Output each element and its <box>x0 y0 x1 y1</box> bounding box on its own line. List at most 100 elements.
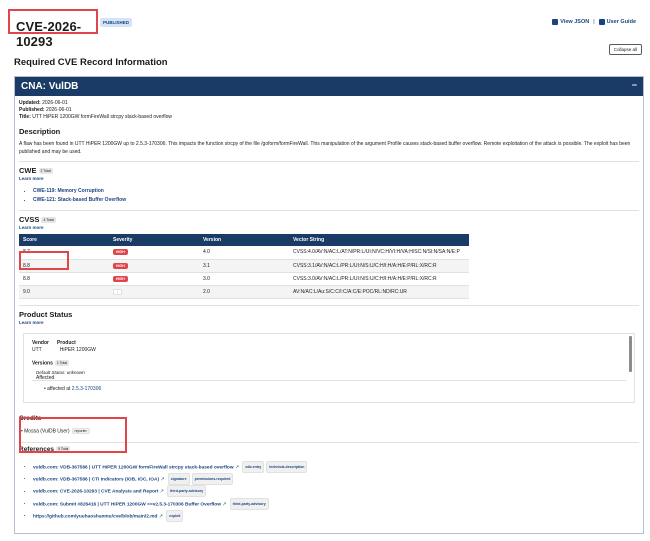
cwe-list: CWE-119: Memory Corruption CWE-121: Stac… <box>33 187 639 205</box>
versions-count-badge: 1 Total <box>54 359 70 366</box>
divider <box>19 161 639 162</box>
description-text: A flaw has been found in UTT HiPER 1200G… <box>19 141 631 155</box>
reference-link[interactable]: vuldb.com: VDB-367586 | CTI Indicators (… <box>33 477 159 482</box>
vendor-value: UTT <box>32 346 42 353</box>
link-separator: | <box>593 19 595 25</box>
cwe-count-badge: 2 Total <box>38 168 53 175</box>
published-badge: PUBLISHED <box>100 18 133 27</box>
divider <box>19 210 639 211</box>
version-cell: 2.0 <box>199 285 289 299</box>
divider <box>32 379 626 381</box>
reference-tag: third-party-advisory <box>229 497 269 510</box>
cvss-header-row: Score Severity Version Vector String <box>19 234 469 246</box>
table-row: 8.7 HIGH 4.0 CVSS:4.0/AV:N/AC:L/AT:N/PR:… <box>19 246 469 260</box>
vector-cell: CVSS:4.0/AV:N/AC:L/AT:N/PR:L/UI:N/VC:H/V… <box>289 246 469 260</box>
reference-link[interactable]: https://github.com/yuuhaoshanmu/cve/blob… <box>33 514 157 519</box>
affected-prefix: affected at <box>47 385 71 392</box>
json-icon <box>552 19 559 25</box>
reference-link[interactable]: vuldb.com: VDB-367586 | UTT HiPER 1200GW… <box>33 465 234 470</box>
scrollbar[interactable] <box>629 335 632 372</box>
view-json-link[interactable]: View JSON <box>552 19 589 25</box>
cvss-heading-text: CVSS <box>19 215 40 224</box>
versions-label: Versions <box>32 359 53 366</box>
col-score: Score <box>19 234 109 246</box>
score-cell: 8.8 <box>19 272 109 286</box>
product-label: Product <box>56 339 76 346</box>
view-json-label: View JSON <box>560 19 590 25</box>
reference-link[interactable]: vuldb.com: CVE-2026-10293 | CVE Analysis… <box>33 490 158 495</box>
published-date: 2026-06-01 <box>45 107 72 113</box>
cvss-count-badge: 4 Total <box>41 217 56 224</box>
cwe-learn-more-link[interactable]: Learn more <box>19 176 639 181</box>
title-value: UTT HiPER 1200GW formFireWall strcpy sta… <box>32 114 173 120</box>
reference-tag: technical-description <box>266 460 308 473</box>
collapse-all-button[interactable]: Collapse all <box>608 44 642 55</box>
cvss-heading: CVSS 4 Total <box>19 215 639 224</box>
col-severity: Severity <box>109 234 199 246</box>
score-cell: 9.0 <box>19 285 109 299</box>
reference-tag: vdb-entry <box>242 460 265 473</box>
affected-version-link[interactable]: 2.5.3-170306 <box>72 386 101 392</box>
score-highlight <box>19 251 69 270</box>
cwe-item-119[interactable]: CWE-119: Memory Corruption <box>33 187 639 196</box>
user-guide-link[interactable]: User Guide <box>598 19 636 25</box>
cwe-heading: CWE 2 Total <box>19 166 639 175</box>
cvss-learn-more-link[interactable]: Learn more <box>19 225 639 230</box>
external-link-icon: ↗ <box>233 465 239 471</box>
cve-id-title: CVE-2026-10293 <box>16 19 82 49</box>
vendor-product-header: Vendor Product <box>32 340 96 347</box>
cwe-heading-text: CWE <box>19 166 37 175</box>
header-links: View JSON | User Guide <box>552 19 636 25</box>
cwe-item-121[interactable]: CWE-121: Stack-based Buffer Overflow <box>33 196 639 205</box>
product-status-learn-more-link[interactable]: Learn more <box>19 320 639 325</box>
reference-tag: signature <box>167 473 190 486</box>
reference-tag: exploit <box>166 509 184 522</box>
reference-item[interactable]: vuldb.com: CVE-2026-10293 | CVE Analysis… <box>33 485 639 498</box>
description-heading: Description <box>19 127 61 136</box>
product-status-panel: Vendor Product UTT HiPER 1200GW Versions… <box>23 332 635 403</box>
page-header: CVE-2026-10293 PUBLISHED View JSON | Use… <box>8 8 642 49</box>
cvss-table: Score Severity Version Vector String 8.7… <box>19 234 469 299</box>
vector-cell: CVSS:3.0/AV:N/AC:L/PR:L/UI:N/S:U/C:H/I:H… <box>289 272 469 286</box>
external-link-icon: ↗ <box>158 489 164 495</box>
version-cell: 3.1 <box>199 259 289 273</box>
credits-highlight <box>19 417 127 453</box>
vector-cell: AV:N/AC:L/Au:S/C:C/I:C/A:C/E:POC/RL:ND/R… <box>289 285 469 299</box>
table-row: 9.0 - 2.0 AV:N/AC:L/Au:S/C:C/I:C/A:C/E:P… <box>19 285 469 299</box>
updated-date: 2026-06-01 <box>42 100 68 106</box>
cna-card-header[interactable]: CNA: VulDB − <box>15 77 643 96</box>
references-list: vuldb.com: VDB-367586 | UTT HiPER 1200GW… <box>33 460 639 522</box>
section-title: Required CVE Record Information <box>14 57 168 68</box>
cna-title: CNA: VulDB <box>21 81 79 92</box>
reference-item[interactable]: vuldb.com: VDB-367586 | CTI Indicators (… <box>33 473 639 486</box>
product-value: HiPER 1200GW <box>59 346 96 353</box>
reference-link[interactable]: vuldb.com: Submit #826416 | UTT HiPER 12… <box>33 502 221 507</box>
severity-cell: HIGH <box>109 259 199 273</box>
affected-label: Affected <box>36 374 55 381</box>
version-cell: 3.0 <box>199 272 289 286</box>
reference-item[interactable]: vuldb.com: VDB-367586 | UTT HiPER 1200GW… <box>33 460 639 473</box>
user-guide-label: User Guide <box>606 19 636 25</box>
reference-tag: permissions-required <box>191 473 234 486</box>
product-status-content: Vendor Product UTT HiPER 1200GW Versions… <box>32 340 96 366</box>
product-status-heading: Product Status <box>19 309 73 319</box>
cve-id-highlight: CVE-2026-10293 <box>8 9 98 49</box>
reference-item[interactable]: vuldb.com: Submit #826416 | UTT HiPER 12… <box>33 497 639 510</box>
severity-badge: HIGH <box>113 262 128 269</box>
reference-item[interactable]: https://github.com/yuuhaoshanmu/cve/blob… <box>33 509 639 522</box>
version-cell: 4.0 <box>199 246 289 260</box>
severity-badge: HIGH <box>113 275 128 282</box>
severity-badge: HIGH <box>113 249 128 256</box>
divider <box>19 304 639 306</box>
external-link-icon: ↗ <box>220 501 227 507</box>
severity-cell: HIGH <box>109 272 199 286</box>
cna-card: CNA: VulDB − Updated: 2026-06-01 Publish… <box>14 76 644 534</box>
external-link-icon: ↗ <box>159 477 165 483</box>
collapse-icon[interactable]: − <box>632 80 637 90</box>
title-label: Title: <box>19 114 31 120</box>
published-label: Published: <box>19 107 45 113</box>
table-row: 8.8 HIGH 3.0 CVSS:3.0/AV:N/AC:L/PR:L/UI:… <box>19 272 469 286</box>
severity-badge: - <box>113 288 123 295</box>
vector-cell: CVSS:3.1/AV:N/AC:L/PR:L/UI:N/S:U/C:H/I:H… <box>289 259 469 273</box>
severity-cell: - <box>109 285 199 299</box>
